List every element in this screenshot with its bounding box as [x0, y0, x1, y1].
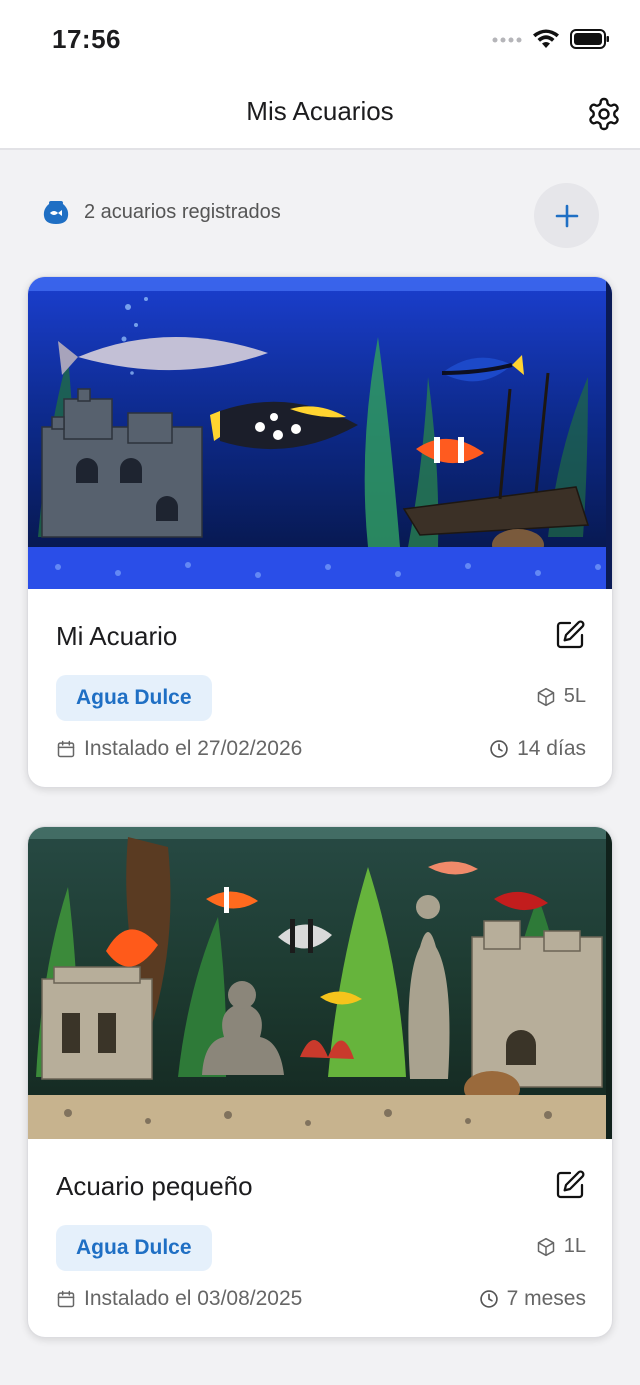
gear-icon [589, 97, 619, 131]
fishbowl-icon [43, 201, 69, 224]
signal-icon [492, 37, 522, 43]
volume-info: 5L [536, 685, 586, 708]
status-bar: 17:56 [0, 0, 640, 80]
aquarium-age-text: 14 días [517, 737, 586, 760]
edit-icon [556, 1170, 585, 1199]
page-title: Mis Acuarios [246, 96, 394, 126]
wifi-icon [533, 29, 559, 48]
aquarium-age: 7 meses [479, 1287, 586, 1311]
installed-date-text: Instalado el 27/02/2026 [84, 737, 303, 760]
installed-date: Instalado el 03/08/2025 [56, 1287, 302, 1311]
aquarium-photo [28, 277, 612, 589]
aquarium-card[interactable]: Acuario pequeño Agua Dulce 1L Instalado … [27, 826, 613, 1338]
status-icons [492, 28, 610, 50]
water-type-badge: Agua Dulce [56, 675, 212, 721]
status-time: 17:56 [52, 24, 121, 54]
clock-icon [490, 740, 508, 758]
volume-info: 1L [536, 1235, 586, 1258]
cube-icon [537, 1237, 554, 1256]
aquarium-age: 14 días [489, 737, 586, 761]
settings-button[interactable] [584, 94, 624, 134]
volume-value: 5L [563, 685, 586, 707]
aquarium-count: 2 acuarios registrados [84, 200, 281, 223]
battery-icon [570, 29, 609, 49]
edit-button[interactable] [552, 617, 588, 653]
aquarium-photo [28, 827, 612, 1139]
aquarium-age-text: 7 meses [506, 1287, 586, 1310]
aquarium-card[interactable]: Mi Acuario Agua Dulce 5L Instalado el 27… [27, 276, 613, 788]
calendar-icon [57, 740, 75, 758]
installed-date-text: Instalado el 03/08/2025 [84, 1287, 303, 1310]
nav-bar: Mis Acuarios [0, 80, 640, 150]
aquarium-name: Acuario pequeño [56, 1171, 253, 1201]
add-aquarium-button[interactable] [534, 183, 599, 248]
edit-button[interactable] [552, 1167, 588, 1203]
cube-icon [537, 687, 554, 706]
aquarium-name: Mi Acuario [56, 621, 178, 651]
aquarium-summary: 2 acuarios registrados [42, 198, 281, 226]
calendar-icon [57, 1290, 75, 1308]
plus-icon [555, 204, 578, 227]
clock-icon [479, 1290, 498, 1308]
installed-date: Instalado el 27/02/2026 [56, 737, 302, 761]
water-type-badge: Agua Dulce [56, 1225, 212, 1271]
volume-value: 1L [563, 1235, 586, 1257]
edit-icon [556, 620, 585, 649]
